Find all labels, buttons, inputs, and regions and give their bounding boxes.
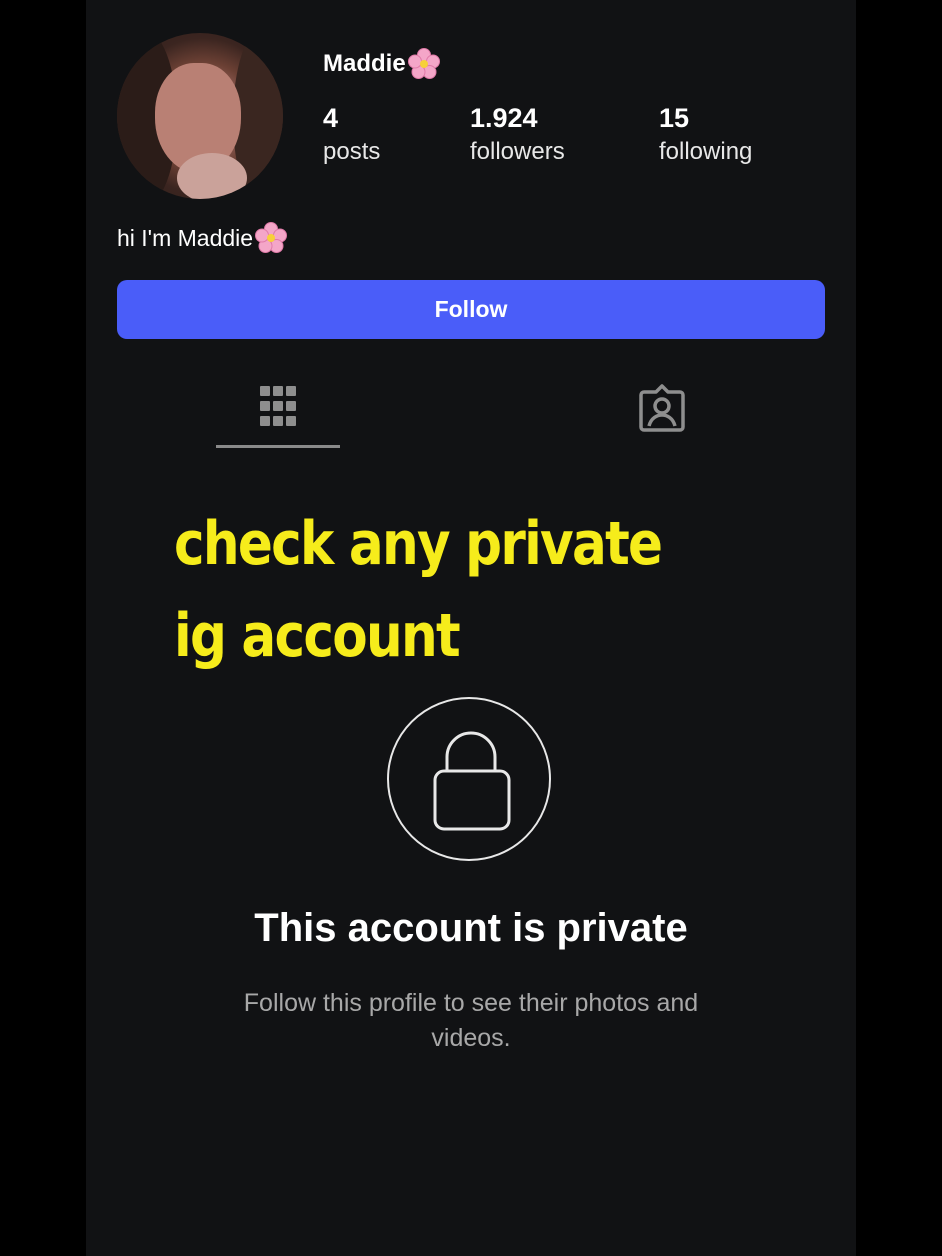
stat-posts[interactable]: 4 posts: [323, 103, 380, 166]
stat-following[interactable]: 15 following: [659, 103, 752, 166]
promo-line-2: ig account: [174, 601, 461, 671]
profile-bio: hi I'm Maddie: [117, 222, 288, 254]
private-account-title: This account is private: [254, 906, 688, 950]
tab-tagged[interactable]: [634, 382, 690, 438]
tagged-person-icon: [639, 384, 685, 432]
profile-username: Maddie: [323, 48, 440, 80]
tab-posts-grid[interactable]: [216, 372, 340, 448]
following-count: 15: [659, 103, 690, 133]
grid-icon: [260, 386, 296, 426]
posts-label: posts: [323, 138, 381, 165]
stat-followers[interactable]: 1.924 followers: [470, 103, 565, 166]
private-lock-badge: [387, 697, 551, 861]
followers-label: followers: [470, 138, 565, 165]
cherry-blossom-icon: [255, 222, 288, 253]
active-tab-indicator: [216, 445, 340, 448]
following-label: following: [659, 138, 753, 165]
promo-overlay-text: check any private ig account: [174, 498, 793, 682]
profile-screen: Maddie 4 posts 1.924 followers 15 follow…: [86, 0, 856, 1256]
private-account-subtitle: Follow this profile to see their photos …: [243, 989, 699, 1052]
lock-icon: [433, 731, 511, 831]
avatar[interactable]: [117, 33, 283, 199]
cherry-blossom-icon: [407, 48, 440, 79]
follow-button[interactable]: Follow: [117, 280, 825, 339]
posts-count: 4: [323, 103, 339, 133]
followers-count: 1.924: [470, 103, 538, 133]
bio-text: hi I'm Maddie: [117, 224, 254, 251]
username-text: Maddie: [323, 50, 406, 77]
promo-line-1: check any private: [174, 509, 663, 579]
